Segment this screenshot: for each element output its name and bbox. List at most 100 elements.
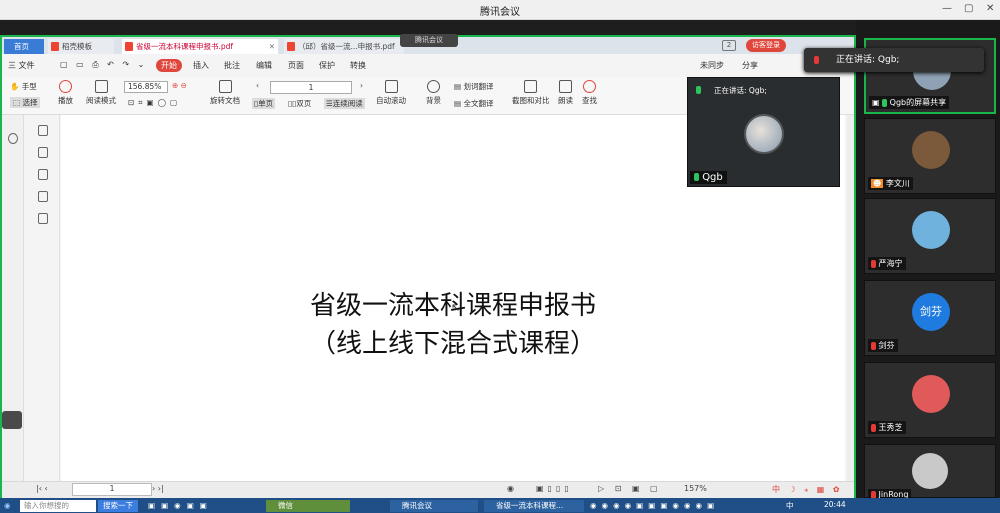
tab-templates[interactable]: 稻壳模板 <box>48 39 114 54</box>
menu-start[interactable]: 开始 <box>156 59 182 72</box>
start-icon[interactable]: ◉ <box>4 500 11 512</box>
taskbar-search-input[interactable]: 输入你想搜的 <box>20 500 96 512</box>
tab-pdf-active[interactable]: 省级一流本科课程申报书.pdf ✕ <box>122 39 278 54</box>
floating-video[interactable]: 正在讲话: Qgb; Qgb <box>687 77 840 187</box>
comment-icon[interactable] <box>38 169 48 180</box>
continuous-button[interactable]: ☰连续阅读 <box>324 98 365 109</box>
tab-pdf-2[interactable]: （邱）省级一流...申报书.pdf <box>284 39 404 54</box>
pinned-app-icons[interactable]: ▣▣◉▣▣ <box>148 500 213 512</box>
menu-convert[interactable]: 转换 <box>350 60 366 71</box>
mouse-cursor: ↖ <box>451 301 461 314</box>
pdf-icon <box>125 42 133 51</box>
prev-page-icon[interactable]: ‹ <box>256 81 259 90</box>
status-zoom[interactable]: 157% <box>684 484 707 493</box>
next-page-icon[interactable]: › <box>360 81 363 90</box>
meeting-pill[interactable]: 腾讯会议 <box>400 34 458 47</box>
full-translate-button[interactable]: ▤ 全文翻译 <box>454 98 493 109</box>
hand-tool[interactable]: ✋ 手型 <box>10 81 37 92</box>
video-name-tag: Qgb <box>690 171 727 184</box>
bookmark-icon[interactable] <box>38 125 48 136</box>
signature-icon[interactable] <box>38 213 48 224</box>
participant-name: 剑芬 <box>868 339 898 352</box>
eye-icon[interactable]: ◉ <box>507 484 514 493</box>
moon-icon <box>427 80 440 93</box>
search-icon[interactable] <box>8 133 18 144</box>
close-tab-icon[interactable]: ✕ <box>269 39 275 54</box>
left-nav-strip <box>2 115 24 498</box>
read-mode-button[interactable]: 阅读模式 <box>86 80 116 106</box>
ime-tray-icons[interactable]: 中 ☽ ⁎ ▦ ✿ <box>772 484 843 495</box>
minimize-button[interactable]: — <box>942 3 952 14</box>
zoom-in-out-icons[interactable]: ⊕ ⊖ <box>172 81 187 90</box>
taskbar-wps-doc[interactable]: 省级一流本科课程... <box>484 500 584 512</box>
window-title-bar: 腾讯会议 — ▢ ✕ <box>0 0 1000 20</box>
search-icon <box>583 80 596 93</box>
menu-edit[interactable]: 编辑 <box>256 60 272 71</box>
page-input[interactable]: 1 <box>270 81 352 94</box>
close-button[interactable]: ✕ <box>986 3 994 14</box>
menu-page[interactable]: 页面 <box>288 60 304 71</box>
sync-status[interactable]: 未同步 <box>700 60 724 71</box>
tray-app-icons[interactable]: ◉◉◉◉▣▣▣◉◉◉▣ <box>590 500 719 512</box>
speaker-icon <box>559 80 572 93</box>
status-page-input[interactable]: 1 <box>72 483 152 496</box>
crop-icon <box>524 80 538 93</box>
zoom-select[interactable]: 156.85% <box>124 81 168 93</box>
status-bar: |‹ ‹ 1 › ›| ◉ ▣▯▯▯ ▷ ⊡ ▣ ▢ 157% 中 ☽ ⁎ ▦ … <box>2 481 854 498</box>
maximize-button[interactable]: ▢ <box>964 3 973 14</box>
select-tool[interactable]: ⬚ 选择 <box>10 97 41 108</box>
participant-tile[interactable]: JinRong <box>864 444 996 500</box>
menu-protect[interactable]: 保护 <box>319 60 335 71</box>
participant-tile[interactable]: 剑芬 剑芬 <box>864 280 996 356</box>
next-last-page-icons[interactable]: › ›| <box>152 484 164 493</box>
mic-icon <box>696 85 701 94</box>
rotate-button[interactable]: 旋转文档 <box>210 80 240 106</box>
share-button[interactable]: 分享 <box>742 60 758 71</box>
mic-icon <box>882 98 888 107</box>
fit-mode-icons[interactable]: ▷ ⊡ ▣ ▢ <box>598 484 662 493</box>
screenshot-button[interactable]: 截图和对比 <box>512 80 550 106</box>
ime-indicator[interactable]: 中 <box>786 500 794 511</box>
participant-tile[interactable]: 严海宁 <box>864 198 996 274</box>
file-menu[interactable]: 三 文件 <box>8 60 35 71</box>
word-translate-button[interactable]: ▤ 划词翻译 <box>454 81 493 92</box>
play-button[interactable]: 播放 <box>58 80 73 106</box>
participant-name: 王秀芝 <box>868 421 906 434</box>
auto-scroll-button[interactable]: 自动滚动 <box>376 80 406 106</box>
participant-panel: ▣ Qgb的屏幕共享 ☻ 李文川 严海宁 剑芬 剑芬 王秀芝 JinRong <box>856 20 1000 500</box>
taskbar-search-button[interactable]: 搜索一下 <box>98 500 138 512</box>
background-button[interactable]: 背景 <box>426 80 441 106</box>
left-panel-icons <box>26 115 60 498</box>
tab-home[interactable]: 首页 <box>4 39 44 54</box>
tab-bar: 首页 稻壳模板 省级一流本科课程申报书.pdf ✕ （邱）省级一流...申报书.p… <box>2 34 854 54</box>
document-subtitle: （线上线下混合式课程） <box>309 329 596 359</box>
taskbar-wechat[interactable]: 微信 <box>266 500 350 512</box>
view-mode-icons[interactable]: ▣▯▯▯ <box>536 484 573 493</box>
avatar-initials: 剑芬 <box>912 293 950 331</box>
window-count-badge[interactable]: 2 <box>722 40 736 51</box>
read-aloud-button[interactable]: 朗读 <box>558 80 573 106</box>
thumbnail-icon[interactable] <box>38 147 48 158</box>
participant-tile[interactable]: ☻ 李文川 <box>864 118 996 194</box>
menu-comment[interactable]: 批注 <box>224 60 240 71</box>
first-prev-page-icons[interactable]: |‹ ‹ <box>36 484 48 493</box>
participant-name: ☻ 李文川 <box>868 177 913 190</box>
avatar <box>912 453 948 489</box>
taskbar-tencent-meeting[interactable]: 腾讯会议 <box>390 500 478 512</box>
find-button[interactable]: 查找 <box>582 80 597 106</box>
double-page-button[interactable]: ▯▯双页 <box>288 98 311 109</box>
quick-access-icons[interactable]: ▢ ▭ ⎙ ↶ ↷ ⌄ <box>60 60 147 70</box>
vertical-scrollbar[interactable] <box>847 115 854 498</box>
participant-tile[interactable]: 王秀芝 <box>864 362 996 438</box>
scroll-icon <box>384 80 398 93</box>
fit-icons[interactable]: ⊡⌗▣◯▢ <box>128 98 181 108</box>
attachment-icon[interactable] <box>38 191 48 202</box>
play-icon <box>59 80 72 93</box>
single-page-button[interactable]: ▯单页 <box>252 98 276 109</box>
menu-insert[interactable]: 插入 <box>193 60 209 71</box>
participant-name: 严海宁 <box>868 257 906 270</box>
collapse-panel-button[interactable] <box>2 411 22 429</box>
clock[interactable]: 20:44 <box>824 500 846 509</box>
guest-login-button[interactable]: 访客登录 <box>746 39 786 52</box>
avatar <box>912 375 950 413</box>
